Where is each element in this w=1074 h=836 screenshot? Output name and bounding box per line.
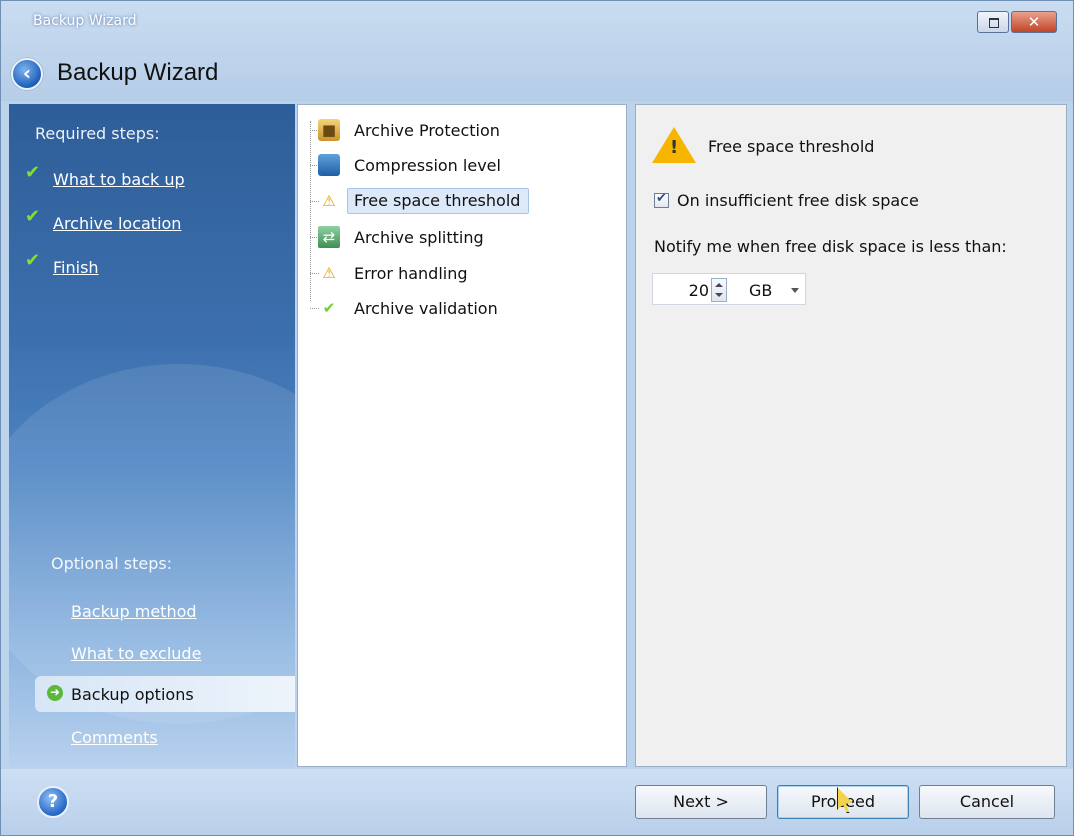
tree-item-label: Archive Protection <box>354 120 500 140</box>
arrow-right-icon: ➜ <box>47 685 63 701</box>
tree-item-archive-splitting[interactable]: ⇄ Archive splitting <box>318 221 484 253</box>
step-label: Backup options <box>71 685 194 704</box>
step-comments[interactable]: Comments <box>71 728 158 747</box>
stepper-up-icon[interactable] <box>715 283 723 287</box>
step-backup-method[interactable]: Backup method <box>71 602 197 621</box>
warning-icon: ⚠ <box>322 192 336 210</box>
window-title: Backup Wizard <box>33 13 137 29</box>
tree-item-label: Free space threshold <box>347 188 530 214</box>
check-icon: ✔ <box>25 250 41 271</box>
threshold-value-input[interactable]: 20 <box>659 281 709 300</box>
threshold-stepper[interactable] <box>711 278 727 302</box>
step-backup-options[interactable]: ➜ Backup options <box>35 676 295 712</box>
settings-panel: Free space threshold On insufficient fre… <box>635 104 1067 767</box>
step-what-to-exclude[interactable]: What to exclude <box>71 644 201 663</box>
settings-title: Free space threshold <box>708 137 875 156</box>
options-tree: ■ Archive Protection Compression level ⚠… <box>297 104 627 767</box>
steps-sidebar: Required steps: ✔ What to back up ✔ Arch… <box>9 104 295 767</box>
check-icon: ✔ <box>25 162 41 183</box>
optional-steps-heading: Optional steps: <box>51 554 173 573</box>
chevron-down-icon[interactable] <box>791 288 799 293</box>
tree-item-free-space-threshold[interactable]: ⚠ Free space threshold <box>318 185 530 217</box>
footer-bar: ? Next > Proceed Cancel <box>1 769 1073 835</box>
tree-item-label: Archive splitting <box>354 227 484 247</box>
help-icon[interactable]: ? <box>37 786 69 818</box>
unit-select[interactable]: GB <box>749 281 772 300</box>
sidebar-decoration <box>9 364 295 724</box>
restore-button[interactable] <box>977 11 1009 33</box>
cancel-button[interactable]: Cancel <box>919 785 1055 819</box>
step-what-to-back-up[interactable]: What to back up <box>53 170 185 189</box>
stepper-down-icon[interactable] <box>715 293 723 297</box>
lock-icon: ■ <box>318 119 340 141</box>
step-archive-location[interactable]: Archive location <box>53 214 181 233</box>
close-button[interactable]: ✕ <box>1011 11 1057 33</box>
tree-item-archive-validation[interactable]: ✔ Archive validation <box>318 292 498 324</box>
step-finish[interactable]: Finish <box>53 258 99 277</box>
tree-item-error-handling[interactable]: ⚠ Error handling <box>318 257 468 289</box>
page-title: Backup Wizard <box>57 59 219 86</box>
tree-item-label: Archive validation <box>354 298 498 318</box>
split-icon: ⇄ <box>318 226 340 248</box>
title-bar: Backup Wizard ✕ ‹ Backup Wizard <box>1 1 1073 101</box>
check-icon: ✔ <box>322 299 336 317</box>
warning-icon <box>652 127 696 163</box>
insufficient-space-checkbox[interactable] <box>654 191 669 208</box>
compression-icon <box>318 154 340 176</box>
tree-connector <box>310 121 311 301</box>
back-arrow-icon[interactable]: ‹ <box>11 58 43 90</box>
next-button[interactable]: Next > <box>635 785 767 819</box>
warning-icon: ⚠ <box>322 264 336 282</box>
tree-item-compression-level[interactable]: Compression level <box>318 149 501 181</box>
notify-label: Notify me when free disk space is less t… <box>654 237 1007 256</box>
checkbox-label: On insufficient free disk space <box>677 191 919 210</box>
required-steps-heading: Required steps: <box>35 124 160 143</box>
threshold-field: 20 GB <box>652 273 806 305</box>
tree-item-label: Error handling <box>354 263 468 283</box>
backup-wizard-window: Backup Wizard ✕ ‹ Backup Wizard Required… <box>0 0 1074 836</box>
tree-item-label: Compression level <box>354 155 501 175</box>
check-icon: ✔ <box>25 206 41 227</box>
insufficient-space-checkbox-row[interactable]: On insufficient free disk space <box>654 191 919 210</box>
tree-item-archive-protection[interactable]: ■ Archive Protection <box>318 114 500 146</box>
